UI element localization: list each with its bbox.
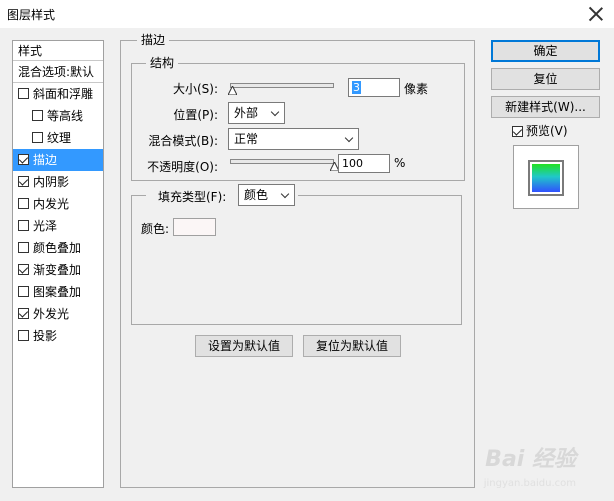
watermark-url: jingyan.baidu.com <box>483 478 576 489</box>
fill-type-legend: 填充类型(F): 颜色 <box>146 184 298 208</box>
style-list-header[interactable]: 样式 <box>13 41 103 61</box>
checkbox-icon[interactable] <box>18 330 29 341</box>
fill-type-value: 颜色 <box>244 188 269 202</box>
checkbox-icon[interactable] <box>512 126 523 137</box>
style-item-label: 光泽 <box>33 219 58 233</box>
fill-type-group: 填充类型(F): 颜色 颜色: <box>131 184 462 325</box>
slider-thumb-icon[interactable] <box>228 86 238 95</box>
style-item-label: 渐变叠加 <box>33 263 82 277</box>
checkbox-icon[interactable] <box>18 242 29 253</box>
color-label: 颜色: <box>141 222 170 236</box>
blend-mode-label: 混合模式(B): <box>148 134 218 148</box>
style-item[interactable]: 光泽 <box>13 215 103 237</box>
style-item[interactable]: 渐变叠加 <box>13 259 103 281</box>
structure-title: 结构 <box>146 56 179 70</box>
color-swatch[interactable] <box>173 218 216 236</box>
style-item[interactable]: 颜色叠加 <box>13 237 103 259</box>
blending-options-item[interactable]: 混合选项:默认 <box>13 61 103 83</box>
checkbox-icon[interactable] <box>32 132 43 143</box>
preview-label: 预览(V) <box>526 124 568 138</box>
checkbox-icon[interactable] <box>32 110 43 121</box>
style-item-label: 等高线 <box>47 109 84 123</box>
chevron-down-icon <box>344 133 354 143</box>
style-item-label: 内阴影 <box>33 175 70 189</box>
preview-gradient <box>532 164 560 192</box>
style-item[interactable]: 内发光 <box>13 193 103 215</box>
style-item[interactable]: 投影 <box>13 325 103 347</box>
reset-button[interactable]: 复位 <box>491 68 600 90</box>
blend-mode-dropdown[interactable]: 正常 <box>228 128 359 150</box>
preview-thumbnail <box>528 160 564 196</box>
checkbox-icon[interactable] <box>18 220 29 231</box>
size-label: 大小(S): <box>172 82 218 96</box>
style-item[interactable]: 等高线 <box>13 105 103 127</box>
watermark-logo: Bai 经验 <box>485 447 576 472</box>
position-dropdown[interactable]: 外部 <box>228 102 285 124</box>
style-item-label: 斜面和浮雕 <box>33 87 94 101</box>
style-item-label: 投影 <box>33 329 58 343</box>
style-item[interactable]: 图案叠加 <box>13 281 103 303</box>
style-list: 样式 混合选项:默认 斜面和浮雕等高线纹理描边内阴影内发光光泽颜色叠加渐变叠加图… <box>12 40 104 488</box>
position-label: 位置(P): <box>173 108 218 122</box>
chevron-down-icon <box>270 107 280 117</box>
checkbox-icon[interactable] <box>18 154 29 165</box>
style-item[interactable]: 斜面和浮雕 <box>13 83 103 105</box>
opacity-slider[interactable] <box>230 159 334 164</box>
chevron-down-icon <box>280 189 290 199</box>
style-item-label: 描边 <box>33 153 58 167</box>
checkbox-icon[interactable] <box>18 308 29 319</box>
preview-toggle[interactable]: 预览(V) <box>512 122 568 139</box>
size-value: 3 <box>352 81 361 94</box>
blend-mode-value: 正常 <box>234 132 259 146</box>
title-bar: 图层样式 <box>0 0 614 28</box>
checkbox-icon[interactable] <box>18 198 29 209</box>
style-item-label: 外发光 <box>33 307 70 321</box>
style-preview <box>513 145 579 209</box>
style-item[interactable]: 纹理 <box>13 127 103 149</box>
checkbox-icon[interactable] <box>18 264 29 275</box>
position-value: 外部 <box>234 106 259 120</box>
size-slider[interactable] <box>230 83 334 88</box>
opacity-input[interactable]: 100 <box>338 154 390 173</box>
opacity-unit: % <box>394 156 406 170</box>
checkbox-icon[interactable] <box>18 286 29 297</box>
style-item[interactable]: 外发光 <box>13 303 103 325</box>
style-item-label: 颜色叠加 <box>33 241 82 255</box>
style-item[interactable]: 内阴影 <box>13 171 103 193</box>
fill-type-label: 填充类型(F): <box>158 190 227 204</box>
checkbox-icon[interactable] <box>18 176 29 187</box>
checkbox-icon[interactable] <box>18 88 29 99</box>
stroke-panel: 描边 结构 大小(S): 3 像素 位置(P): 外部 混合模式(B): 正常 … <box>120 33 475 488</box>
stroke-panel-title: 描边 <box>137 33 170 47</box>
window-title: 图层样式 <box>7 8 56 22</box>
opacity-label: 不透明度(O): <box>147 160 218 174</box>
set-default-button[interactable]: 设置为默认值 <box>195 335 293 357</box>
fill-type-dropdown[interactable]: 颜色 <box>238 184 295 206</box>
ok-button[interactable]: 确定 <box>491 40 600 62</box>
reset-default-button[interactable]: 复位为默认值 <box>303 335 401 357</box>
new-style-button[interactable]: 新建样式(W)... <box>491 96 600 118</box>
style-item-label: 纹理 <box>47 131 72 145</box>
size-input[interactable]: 3 <box>348 78 400 97</box>
style-item-label: 图案叠加 <box>33 285 82 299</box>
structure-group: 结构 大小(S): 3 像素 位置(P): 外部 混合模式(B): 正常 不透明… <box>131 56 465 181</box>
style-item[interactable]: 描边 <box>13 149 103 171</box>
close-icon[interactable] <box>586 4 606 24</box>
style-item-label: 内发光 <box>33 197 70 211</box>
size-unit: 像素 <box>404 82 429 96</box>
